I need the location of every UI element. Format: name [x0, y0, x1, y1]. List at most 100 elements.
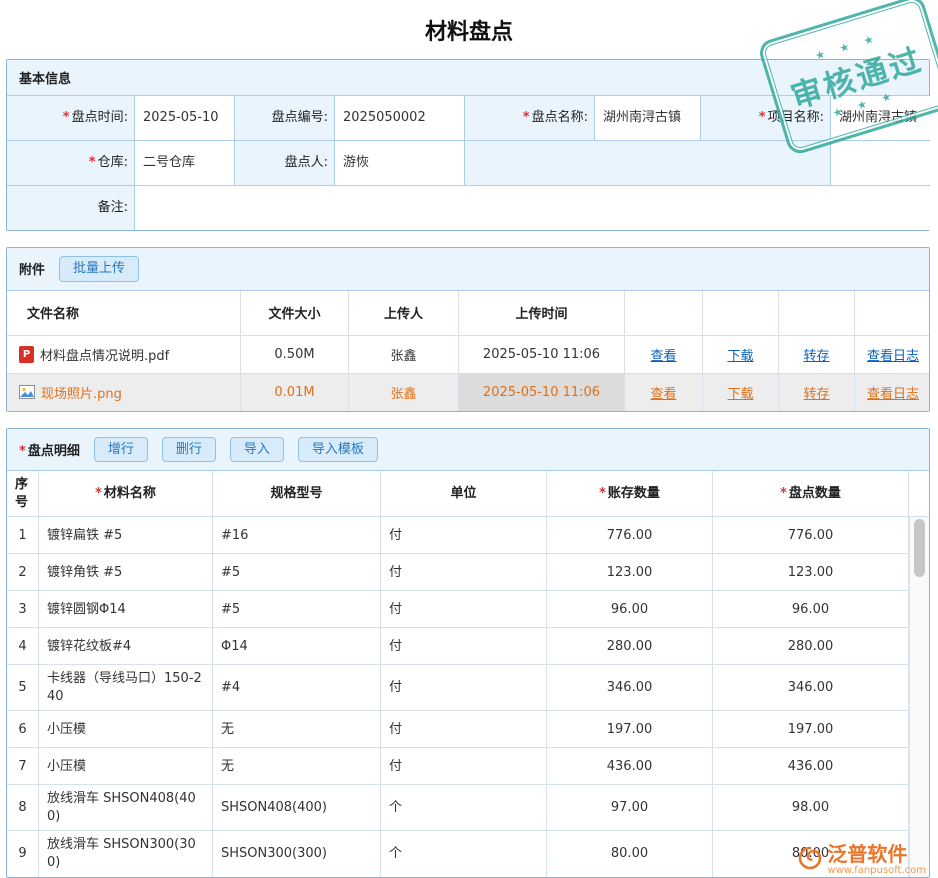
material: 镀锌角铁 #5: [39, 554, 213, 590]
import-template-button[interactable]: 导入模板: [298, 437, 378, 463]
inventory-time-label: *盘点时间:: [7, 96, 135, 140]
basic-info-row-3: 备注:: [7, 186, 929, 230]
attachments-header: 附件 批量上传: [7, 248, 929, 291]
counted-qty: 280.00: [713, 628, 909, 664]
book-qty: 280.00: [547, 628, 713, 664]
col-seq: 序号: [7, 471, 39, 516]
required-marker: *: [95, 485, 102, 503]
counted-qty: 346.00: [713, 665, 909, 710]
file-size: 0.50M: [241, 336, 349, 373]
col-upload-time: 上传时间: [459, 291, 625, 335]
attachment-row[interactable]: P 材料盘点情况说明.pdf 0.50M 张鑫 2025-05-10 11:06…: [7, 336, 929, 374]
required-marker: *: [780, 485, 787, 503]
required-marker: *: [599, 485, 606, 503]
uploader: 张鑫: [349, 374, 459, 411]
delete-row-button[interactable]: 删行: [162, 437, 216, 463]
seq: 9: [7, 831, 39, 876]
spec: SHSON300(300): [213, 831, 381, 876]
counted-qty: 96.00: [713, 591, 909, 627]
col-material: *材料名称: [39, 471, 213, 516]
attachment-row-selected[interactable]: 现场照片.png 0.01M 张鑫 2025-05-10 11:06 查看 下载…: [7, 374, 929, 411]
basic-info-title: 基本信息: [19, 68, 71, 87]
required-marker: *: [523, 110, 530, 127]
table-row[interactable]: 7 小压模 无 付 436.00 436.00: [7, 748, 909, 785]
remark-label: 备注:: [7, 186, 135, 230]
seq: 4: [7, 628, 39, 664]
table-row[interactable]: 5 卡线器（导线马口）150-240 #4 付 346.00 346.00: [7, 665, 909, 711]
material: 镀锌圆钢Φ14: [39, 591, 213, 627]
upload-time: 2025-05-10 11:06: [459, 336, 625, 373]
view-log-link[interactable]: 查看日志: [867, 345, 919, 364]
seq: 1: [7, 517, 39, 553]
file-name: 现场照片.png: [41, 383, 122, 402]
unit: 付: [381, 748, 547, 784]
view-log-link[interactable]: 查看日志: [867, 383, 919, 402]
brand-website: www.fanpusoft.com: [827, 865, 926, 876]
header-filler: [909, 471, 929, 516]
detail-table-header: 序号 *材料名称 规格型号 单位 *账存数量 *盘点数量: [7, 471, 929, 517]
remark-value[interactable]: [135, 186, 931, 230]
upload-time: 2025-05-10 11:06: [459, 374, 625, 411]
seq: 7: [7, 748, 39, 784]
unit: 付: [381, 628, 547, 664]
table-row[interactable]: 9 放线滑车 SHSON300(300) SHSON300(300) 个 80.…: [7, 831, 909, 876]
view-link[interactable]: 查看: [650, 345, 676, 364]
material: 小压模: [39, 748, 213, 784]
download-link[interactable]: 下载: [727, 383, 753, 402]
batch-upload-button[interactable]: 批量上传: [59, 256, 139, 282]
attachments-table-header: 文件名称 文件大小 上传人 上传时间: [7, 291, 929, 336]
inventory-name-value[interactable]: 湖州南浔古镇: [595, 96, 701, 140]
material: 小压模: [39, 711, 213, 747]
col-action-1: [625, 291, 703, 335]
inventory-time-value[interactable]: 2025-05-10: [135, 96, 235, 140]
spec: SHSON408(400): [213, 785, 381, 830]
detail-panel: *盘点明细 增行 删行 导入 导入模板 序号 *材料名称 规格型号 单位 *账存…: [6, 428, 930, 878]
file-name-cell: 现场照片.png: [7, 374, 241, 411]
book-qty: 97.00: [547, 785, 713, 830]
inventory-name-label: *盘点名称:: [465, 96, 595, 140]
book-qty: 436.00: [547, 748, 713, 784]
attachments-title: 附件: [19, 259, 45, 278]
unit: 付: [381, 711, 547, 747]
brand-name: 泛普软件: [827, 842, 907, 866]
detail-title: *盘点明细: [19, 440, 80, 459]
table-row[interactable]: 4 镀锌花纹板#4 Φ14 付 280.00 280.00: [7, 628, 909, 665]
transfer-link[interactable]: 转存: [803, 383, 829, 402]
transfer-link[interactable]: 转存: [803, 345, 829, 364]
detail-table-body: 1 镀锌扁铁 #5 #16 付 776.00 776.00 2 镀锌角铁 #5 …: [7, 517, 929, 876]
import-button[interactable]: 导入: [230, 437, 284, 463]
file-name-cell: P 材料盘点情况说明.pdf: [7, 336, 241, 373]
spec: #16: [213, 517, 381, 553]
project-name-value[interactable]: 湖州南浔古镇: [831, 96, 931, 140]
basic-info-row-1: *盘点时间: 2025-05-10 盘点编号: 2025050002 *盘点名称…: [7, 96, 929, 141]
download-link[interactable]: 下载: [727, 345, 753, 364]
view-link[interactable]: 查看: [650, 383, 676, 402]
warehouse-value[interactable]: 二号仓库: [135, 141, 235, 185]
basic-info-row-2: *仓库: 二号仓库 盘点人: 游恢: [7, 141, 929, 186]
spec: 无: [213, 711, 381, 747]
unit: 付: [381, 554, 547, 590]
table-row[interactable]: 8 放线滑车 SHSON408(400) SHSON408(400) 个 97.…: [7, 785, 909, 831]
add-row-button[interactable]: 增行: [94, 437, 148, 463]
material: 放线滑车 SHSON300(300): [39, 831, 213, 876]
spec: Φ14: [213, 628, 381, 664]
spec: #5: [213, 591, 381, 627]
col-spec: 规格型号: [213, 471, 381, 516]
col-unit: 单位: [381, 471, 547, 516]
inventory-no-value[interactable]: 2025050002: [335, 96, 465, 140]
table-row[interactable]: 2 镀锌角铁 #5 #5 付 123.00 123.00: [7, 554, 909, 591]
col-uploader: 上传人: [349, 291, 459, 335]
table-row[interactable]: 1 镀锌扁铁 #5 #16 付 776.00 776.00: [7, 517, 909, 554]
scrollbar-thumb[interactable]: [914, 519, 925, 577]
image-file-icon: [19, 384, 35, 400]
table-row[interactable]: 6 小压模 无 付 197.00 197.00: [7, 711, 909, 748]
unit: 个: [381, 831, 547, 876]
basic-info-panel: 基本信息 *盘点时间: 2025-05-10 盘点编号: 2025050002 …: [6, 59, 930, 231]
inventory-no-label: 盘点编号:: [235, 96, 335, 140]
page-title: 材料盘点: [0, 0, 938, 59]
spec: #4: [213, 665, 381, 710]
table-row[interactable]: 3 镀锌圆钢Φ14 #5 付 96.00 96.00: [7, 591, 909, 628]
vertical-scrollbar[interactable]: [909, 517, 929, 876]
inventory-person-label: 盘点人:: [235, 141, 335, 185]
inventory-person-value[interactable]: 游恢: [335, 141, 465, 185]
